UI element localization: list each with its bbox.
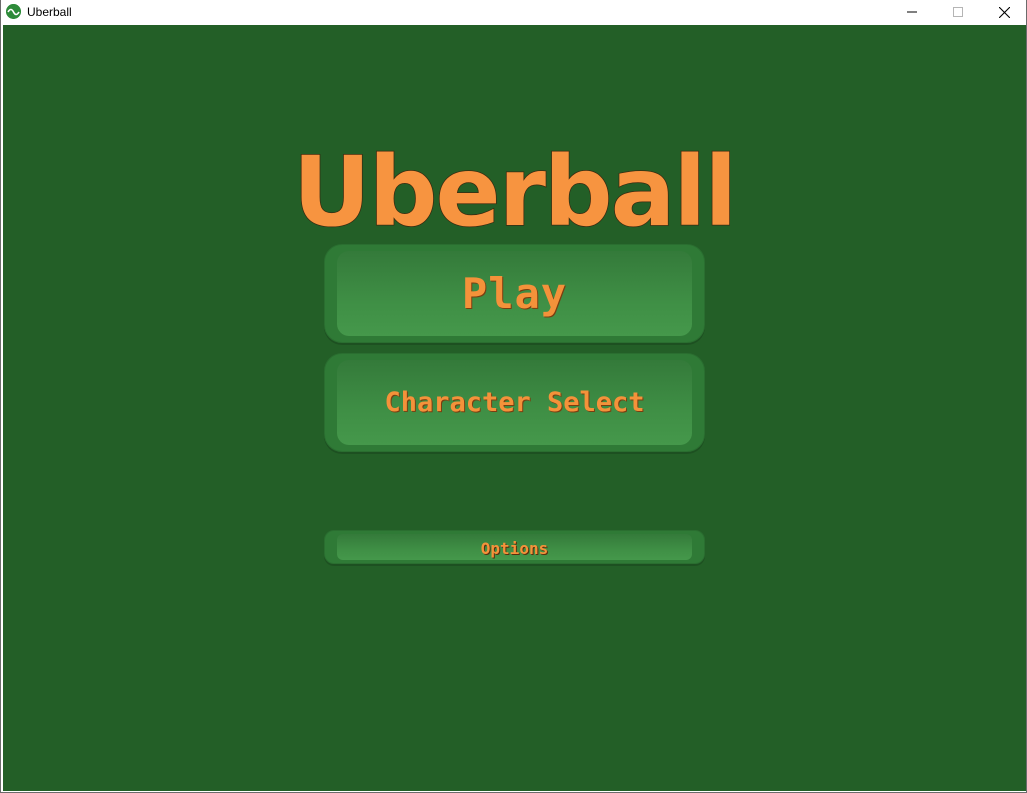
- character-select-button[interactable]: Character Select: [324, 353, 705, 452]
- play-button-label: Play: [461, 269, 568, 318]
- title-bar[interactable]: Uberball: [1, 0, 1026, 24]
- maximize-button[interactable]: [935, 0, 981, 24]
- close-button[interactable]: [981, 0, 1027, 24]
- app-icon: [6, 4, 21, 19]
- game-logo: Uberball: [292, 135, 738, 243]
- maximize-icon: [953, 7, 963, 17]
- character-select-button-label: Character Select: [384, 387, 645, 418]
- close-icon: [998, 6, 1010, 18]
- game-window: Uberball Uberball Play Character Select …: [0, 0, 1027, 793]
- game-canvas: Uberball Play Character Select Options: [3, 25, 1026, 791]
- minimize-button[interactable]: [889, 0, 935, 24]
- play-button[interactable]: Play: [324, 244, 705, 343]
- minimize-icon: [907, 11, 917, 13]
- options-button-label: Options: [480, 539, 549, 558]
- logo-text: Uberball: [293, 136, 735, 243]
- window-title: Uberball: [27, 5, 72, 19]
- options-button[interactable]: Options: [324, 530, 705, 564]
